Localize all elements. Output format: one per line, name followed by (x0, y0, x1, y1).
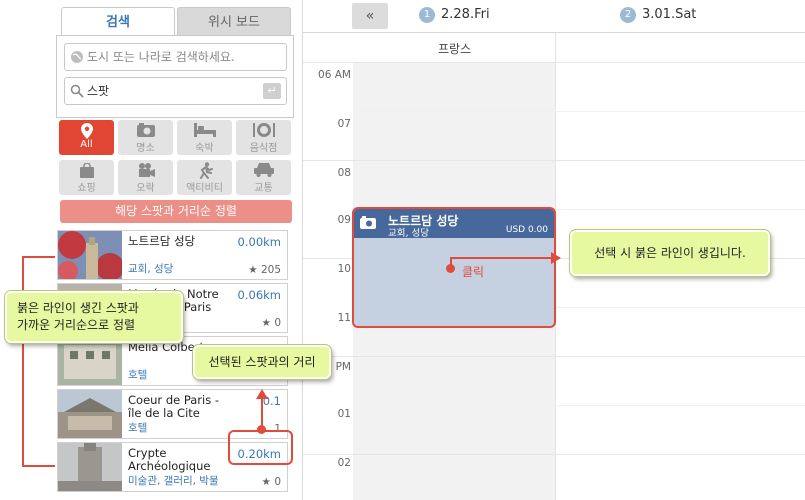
tab-wishboard[interactable]: 위시 보드 (177, 7, 291, 37)
category-label: 숙박 (195, 143, 214, 154)
category-label: 쇼핑 (77, 183, 96, 194)
spot-category: 교회, 성당 (128, 263, 174, 275)
category-lodging[interactable]: 숙박 (177, 120, 232, 155)
pin-icon (59, 120, 114, 139)
spot-name: Crypte Archéologique (128, 446, 211, 473)
spot-name: Coeur de Paris - île de la Cite (128, 393, 220, 420)
hour-line (303, 160, 805, 161)
hour-label: 10 (337, 263, 351, 275)
category-sights[interactable]: 명소 (118, 120, 173, 155)
event-cost: USD 0.00 (505, 225, 548, 235)
collapse-button[interactable]: « (352, 3, 388, 29)
hour-label: 07 (337, 118, 351, 130)
click-label: 클릭 (462, 265, 485, 279)
arrow-right-icon (551, 252, 561, 264)
category-restaurant[interactable]: 음식점 (236, 120, 291, 155)
bed-icon (177, 120, 232, 139)
spot-search-value: 스팟 (87, 84, 110, 98)
spot-distance: 0.00km (237, 235, 281, 249)
spot-search-input[interactable]: 스팟 ↵ (64, 77, 287, 105)
spot-category: 미술관, 갤러리, 박물 (128, 475, 219, 487)
spot-thumbnail (58, 443, 122, 491)
hour-label: 09 (337, 214, 351, 226)
globe-icon (71, 51, 83, 63)
bracket-line (22, 465, 55, 467)
spot-thumbnail (58, 390, 122, 438)
day-number-badge: 1 (419, 7, 435, 23)
day-header-2[interactable]: 2 3.01.Sat (620, 7, 696, 23)
dish-icon (236, 120, 291, 139)
search-panel: 도시 또는 나라로 검색하세요. 스팟 ↵ (56, 35, 294, 118)
film-camera-icon (118, 160, 173, 179)
camera-icon (118, 120, 173, 139)
hour-line (303, 454, 805, 455)
sort-explanation-callout: 붉은 라인이 생긴 스팟과 가까운 거리순으로 정렬 (5, 291, 183, 343)
category-activity[interactable]: 액티비티 (177, 160, 232, 195)
category-entertainment[interactable]: 오락 (118, 160, 173, 195)
category-label: 명소 (136, 143, 155, 154)
spot-thumbnail (58, 231, 122, 279)
annotation-line (450, 258, 452, 269)
hour-label: 02 (337, 457, 351, 469)
annotation-line (450, 257, 551, 259)
distance-highlight (228, 430, 293, 465)
arrow-up-icon (256, 389, 268, 399)
bracket-line (22, 256, 55, 258)
category-label: 음식점 (249, 143, 278, 154)
running-icon (177, 160, 232, 179)
day-label: 2.28.Fri (441, 7, 490, 22)
hour-label: 11 (337, 312, 351, 324)
car-icon (236, 160, 291, 179)
hour-line (303, 62, 805, 63)
tab-search[interactable]: 검색 (61, 7, 175, 37)
category-label: All (80, 139, 93, 150)
bag-icon (59, 160, 114, 179)
hour-label: 01 (337, 408, 351, 420)
day-label: 3.01.Sat (642, 7, 697, 22)
category-label: 오락 (136, 183, 155, 194)
column-region-label: 프랑스 (438, 42, 472, 56)
bracket-line (22, 256, 24, 467)
spot-name: 노트르담 성당 (128, 234, 196, 248)
category-shopping[interactable]: 쇼핑 (59, 160, 114, 195)
search-icon (70, 84, 84, 98)
camera-icon (360, 216, 376, 229)
star-icon: ★ (248, 264, 258, 276)
city-search-placeholder: 도시 또는 나라로 검색하세요. (87, 50, 235, 64)
day-number-badge: 2 (620, 7, 636, 23)
event-header: 노트르담 성당 교회, 성당 USD 0.00 (354, 209, 554, 239)
hour-label: 06 AM (318, 69, 351, 81)
category-label: 액티비티 (186, 183, 223, 194)
annotation-line (261, 398, 263, 428)
hour-label: 08 (337, 167, 351, 179)
spot-item[interactable]: 노트르담 성당 0.00km 교회, 성당 ★ 205 (57, 230, 288, 280)
sort-by-distance-button[interactable]: 해당 스팟과 거리순 정렬 (60, 200, 292, 223)
day-header-1[interactable]: 1 2.28.Fri (419, 7, 490, 23)
half-hour-line (353, 405, 805, 406)
star-icon: ★ (261, 317, 271, 329)
star-icon: ★ (261, 476, 271, 488)
red-line-callout: 선택 시 붉은 라인이 생깁니다. (570, 230, 770, 276)
event-subtitle: 교회, 성당 (388, 228, 429, 239)
category-transport[interactable]: 교통 (236, 160, 291, 195)
hour-line (303, 356, 805, 357)
category-all[interactable]: All (59, 120, 114, 155)
spot-distance: 0.06km (237, 288, 281, 302)
half-hour-line (353, 111, 805, 112)
spot-thumbnail (58, 337, 122, 385)
spot-likes: ★ 205 (248, 264, 281, 276)
distance-callout: 선택된 스팟과의 거리 (193, 345, 331, 379)
spot-category: 호텔 (128, 422, 148, 434)
city-search-input[interactable]: 도시 또는 나라로 검색하세요. (64, 43, 287, 71)
enter-icon[interactable]: ↵ (263, 83, 281, 99)
spot-likes: ★ 0 (261, 476, 281, 488)
spot-likes: ★ 0 (261, 317, 281, 329)
category-label: 교통 (254, 183, 273, 194)
spot-category: 호텔 (128, 369, 148, 381)
